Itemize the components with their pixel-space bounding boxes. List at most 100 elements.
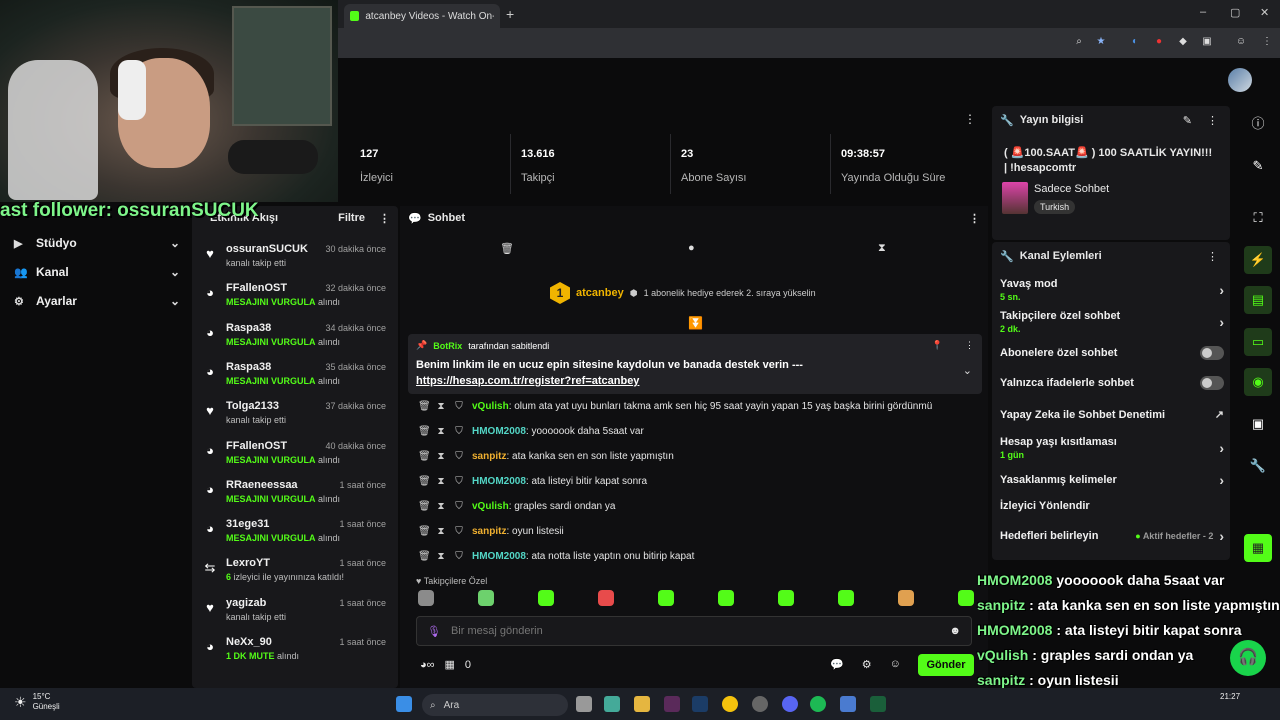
hourglass-icon[interactable]: ⧗	[878, 242, 886, 255]
chevron-down-icon[interactable]: ⌄	[963, 364, 972, 377]
feed-item-name[interactable]: Tolga2133	[226, 400, 279, 412]
feed-item[interactable]: ◕ RRaeneessaa 1 saat önce MESAJINI VURGULA …	[200, 476, 396, 514]
timeout-icon[interactable]: ⧗	[436, 451, 446, 462]
timeout-icon[interactable]: ⧗	[436, 401, 446, 412]
feed-item-name[interactable]: RRaeneessaa	[226, 479, 298, 491]
chat-username[interactable]: HMOM2008	[472, 476, 526, 487]
channel-action-item[interactable]: Takipçilere özel sohbet 2 dk. ›	[1000, 310, 1224, 334]
feed-item-name[interactable]: ossuranSUCUK	[226, 243, 308, 255]
delete-icon[interactable]: 🗑	[418, 551, 431, 562]
feed-item[interactable]: ♥ ossuranSUCUK 30 dakika önce kanalı takip …	[200, 240, 396, 278]
stream-category[interactable]: Sadece Sohbet	[1034, 183, 1109, 195]
channel-action-item[interactable]: Yapay Zeka ile Sohbet Denetimi ↗	[1000, 408, 1224, 422]
kick-square-icon[interactable]: ▦	[1244, 534, 1272, 562]
sidebar-item-channel[interactable]: 👥 Kanal ⌄	[14, 261, 180, 283]
feed-item-name[interactable]: Raspa38	[226, 361, 271, 373]
record-extension-icon[interactable]: ●	[1152, 35, 1166, 49]
delete-icon[interactable]: 🗑	[418, 501, 431, 512]
feed-item[interactable]: ◕ Raspa38 34 dakika önce MESAJINI VURGULA a…	[200, 319, 396, 357]
chat-username[interactable]: HMOM2008	[472, 551, 526, 562]
app-icon[interactable]	[664, 696, 680, 712]
minimize-button[interactable]: –	[1200, 6, 1206, 18]
discord-icon[interactable]	[782, 696, 798, 712]
gift-box-icon[interactable]: ▦	[445, 658, 455, 671]
windows-start-icon[interactable]	[396, 696, 412, 712]
sidebar-item-settings[interactable]: ⚙ Ayarlar ⌄	[14, 290, 180, 312]
tag-chip[interactable]: Turkish	[1034, 200, 1076, 214]
emote-icon[interactable]	[838, 590, 854, 606]
emote-icon[interactable]	[478, 590, 494, 606]
emote-picker-icon[interactable]: ☺	[890, 658, 901, 671]
feed-item-name[interactable]: yagizab	[226, 597, 266, 609]
channel-action-item[interactable]: Abonelere özel sohbet	[1000, 346, 1224, 360]
save-icon[interactable]: ▣	[1244, 410, 1272, 438]
emote-icon[interactable]	[958, 590, 974, 606]
pinned-link[interactable]: https://hesap.com.tr/register?ref=atcanb…	[416, 375, 639, 387]
sidebar-item-studio[interactable]: ▶ Stüdyo ⌄	[14, 232, 180, 254]
more-icon[interactable]: ⋮	[964, 112, 976, 126]
browser-tab[interactable]: atcanbey Videos - Watch On-D	[344, 4, 500, 28]
scan-icon[interactable]: ⛶	[1244, 204, 1272, 232]
trash-icon[interactable]: 🗑	[500, 242, 514, 255]
edit-icon[interactable]: ✎	[1183, 114, 1192, 127]
app-icon[interactable]	[840, 696, 856, 712]
feed-item-name[interactable]: 31ege31	[226, 518, 269, 530]
delete-icon[interactable]: 🗑	[418, 476, 431, 487]
channel-action-item[interactable]: Yavaş mod 5 sn. ›	[1000, 278, 1224, 302]
spotify-icon[interactable]	[810, 696, 826, 712]
more-icon[interactable]: ⋮	[969, 212, 980, 225]
emote-icon[interactable]	[538, 590, 554, 606]
chat-message-field[interactable]	[450, 625, 940, 637]
maximize-button[interactable]: ▢	[1230, 6, 1240, 19]
scroll-down-icon[interactable]: ⏬	[688, 316, 703, 330]
app-icon[interactable]	[870, 696, 886, 712]
new-tab-button[interactable]: +	[506, 6, 514, 22]
minecraft-icon[interactable]	[604, 696, 620, 712]
shield-extension-icon[interactable]: ◆	[1176, 35, 1190, 49]
delete-icon[interactable]: 🗑	[418, 401, 431, 412]
emote-icon[interactable]	[778, 590, 794, 606]
more-icon[interactable]: ⋮	[1207, 250, 1218, 263]
feed-item-name[interactable]: LexroYT	[226, 557, 270, 569]
feed-item-name[interactable]: Raspa38	[226, 322, 271, 334]
delete-icon[interactable]: 🗑	[418, 526, 431, 537]
timeout-icon[interactable]: ⧗	[436, 476, 446, 487]
chat-username[interactable]: sanpitz	[472, 451, 506, 462]
weather-widget[interactable]: ☀ 15°C Güneşli	[14, 692, 60, 712]
emote-icon[interactable]	[418, 590, 434, 606]
tools-icon[interactable]: 🔧	[1244, 452, 1272, 480]
puzzle-extensions-icon[interactable]: ▣	[1200, 35, 1214, 49]
channel-action-item[interactable]: Hesap yaşı kısıtlaması 1 gün ›	[1000, 436, 1224, 460]
feed-item-name[interactable]: FFallenOST	[226, 282, 287, 294]
channel-action-item[interactable]: Hedefleri belirleyin ● Aktif hedefler - 2…	[1000, 528, 1224, 544]
chat-bubble-icon[interactable]: 💬	[830, 658, 844, 671]
gear-icon[interactable]: ⚙	[862, 658, 872, 671]
emote-icon[interactable]	[598, 590, 614, 606]
user-avatar[interactable]	[1228, 68, 1252, 92]
chrome-icon[interactable]	[722, 696, 738, 712]
profile-icon[interactable]: ☺	[1234, 35, 1248, 49]
broadcast-icon[interactable]: ◉	[1244, 368, 1272, 396]
document-icon[interactable]: ▤	[1244, 286, 1272, 314]
close-window-button[interactable]: ✕	[1260, 6, 1269, 19]
feed-filter-button[interactable]: Filtre	[338, 212, 365, 224]
more-icon[interactable]: ⋮	[379, 212, 390, 225]
timeout-icon[interactable]: ⧗	[436, 526, 446, 537]
points-icon[interactable]: ◕∞	[420, 659, 435, 671]
emote-icon[interactable]	[898, 590, 914, 606]
chat-username[interactable]: sanpitz	[472, 526, 506, 537]
file-explorer-icon[interactable]	[634, 696, 650, 712]
feed-item-name[interactable]: NeXx_90	[226, 636, 272, 648]
channel-action-item[interactable]: Yasaklanmış kelimeler ›	[1000, 472, 1224, 488]
timeout-icon[interactable]: ⧗	[436, 551, 446, 562]
info-icon[interactable]: ⓘ	[1244, 110, 1272, 138]
unpin-icon[interactable]: 📍	[932, 340, 943, 351]
feed-item[interactable]: ◕ FFallenOST 32 dakika önce MESAJINI VURGUL…	[200, 279, 396, 317]
more-icon[interactable]: ⋮	[1207, 114, 1218, 127]
lightning-icon[interactable]: ⚡	[1244, 246, 1272, 274]
feed-item[interactable]: ⇆ LexroYT 1 saat önce 6 izleyici ile yayını…	[200, 554, 396, 592]
chat-bubble-icon[interactable]: ●	[688, 242, 695, 254]
delete-icon[interactable]: 🗑	[418, 426, 431, 437]
toggle-switch[interactable]	[1200, 376, 1224, 390]
browser-menu-icon[interactable]: ⋮	[1260, 35, 1274, 49]
